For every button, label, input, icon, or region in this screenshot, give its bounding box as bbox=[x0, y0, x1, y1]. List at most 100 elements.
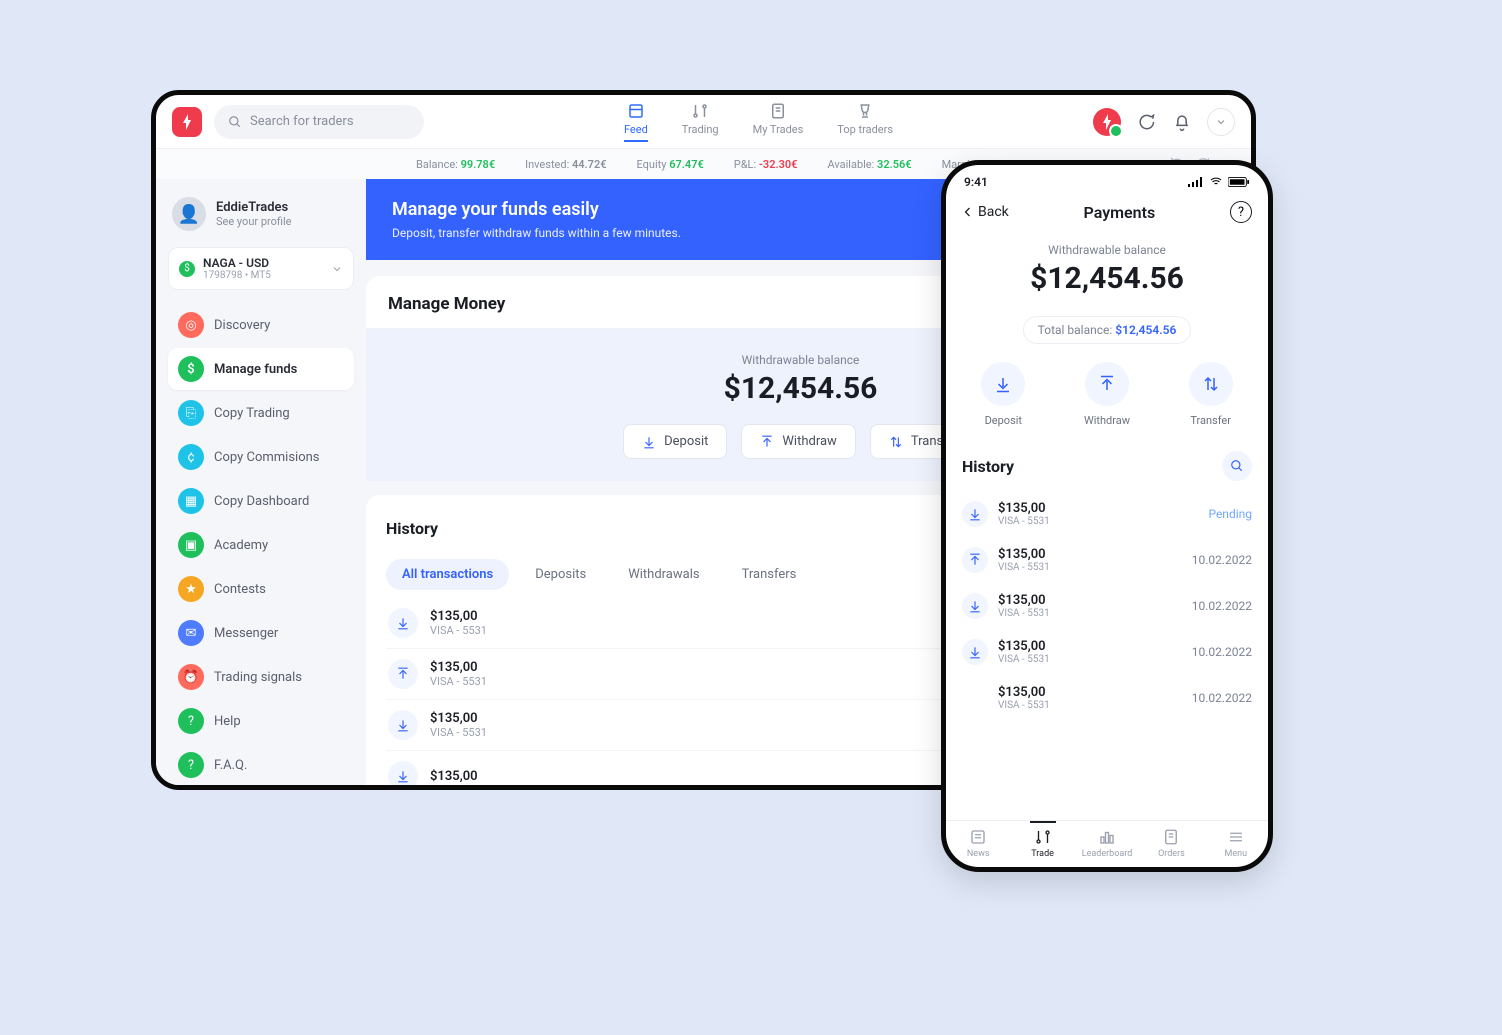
back-button[interactable]: Back bbox=[962, 204, 1009, 220]
upload-icon bbox=[962, 547, 988, 573]
download-icon bbox=[388, 761, 418, 785]
action-label: Transfer bbox=[1190, 414, 1231, 427]
deposit-button[interactable]: Deposit bbox=[623, 424, 727, 459]
sidebar-item-refer[interactable]: ＋Refer a friend bbox=[168, 788, 354, 790]
mobile-balance: Withdrawable balance $12,454.56 bbox=[946, 231, 1268, 302]
download-icon bbox=[388, 608, 418, 638]
status-bar: 9:41 bbox=[946, 165, 1268, 191]
mobile-withdraw-button[interactable]: Withdraw bbox=[1084, 362, 1130, 427]
sidebar-label: Manage funds bbox=[214, 362, 297, 377]
tab-label: News bbox=[967, 849, 990, 859]
stat-invested-label: Invested: bbox=[525, 158, 569, 171]
transaction-sub: VISA - 5531 bbox=[998, 562, 1050, 573]
sidebar-item-discovery[interactable]: ◎Discovery bbox=[168, 304, 354, 346]
transaction-pending: Pending bbox=[1208, 507, 1252, 521]
sidebar-item-copy-dashboard[interactable]: ▦Copy Dashboard bbox=[168, 480, 354, 522]
tab-orders[interactable]: Orders bbox=[1139, 827, 1203, 859]
transaction-amount: $135,00 bbox=[430, 609, 487, 624]
tab-menu[interactable]: Menu bbox=[1204, 827, 1268, 859]
transaction-date: 10.02.2022 bbox=[1192, 599, 1252, 613]
transaction-amount: $135,00 bbox=[430, 711, 487, 726]
tab-all-transactions[interactable]: All transactions bbox=[386, 559, 509, 590]
sidebar-label: Messenger bbox=[214, 626, 278, 641]
transaction-amount: $135,00 bbox=[998, 685, 1050, 700]
profile-name: EddieTrades bbox=[216, 200, 292, 215]
sidebar-label: Help bbox=[214, 714, 241, 729]
tab-feed[interactable]: Feed bbox=[624, 102, 648, 142]
transaction-row[interactable]: $135,00VISA - 5531 10.02.2022 bbox=[962, 583, 1252, 629]
search-input[interactable]: Search for traders bbox=[214, 105, 424, 139]
stat-equity-value: 67.47€ bbox=[669, 158, 704, 171]
chat-icon[interactable] bbox=[1135, 111, 1157, 133]
stat-pl-label: P&L: bbox=[734, 158, 756, 171]
sidebar-item-faq[interactable]: ?F.A.Q. bbox=[168, 744, 354, 786]
transaction-row[interactable]: $135,00VISA - 5531 10.02.2022 bbox=[962, 537, 1252, 583]
mobile-transfer-button[interactable]: Transfer bbox=[1189, 362, 1233, 427]
sidebar-item-contests[interactable]: ★ Contests bbox=[168, 568, 354, 610]
profile-link[interactable]: 👤 EddieTrades See your profile bbox=[168, 191, 354, 243]
withdraw-button[interactable]: Withdraw bbox=[741, 424, 855, 459]
copy-icon: ⎘ bbox=[178, 400, 204, 426]
sidebar-item-messenger[interactable]: ✉Messenger bbox=[168, 612, 354, 654]
transaction-amount: $135,00 bbox=[430, 660, 487, 675]
download-icon bbox=[962, 639, 988, 665]
mobile-deposit-button[interactable]: Deposit bbox=[981, 362, 1025, 427]
tab-deposits[interactable]: Deposits bbox=[519, 559, 602, 590]
sidebar-item-copy-commissions[interactable]: ¢Copy Commisions bbox=[168, 436, 354, 478]
stat-balance-value: 99.78€ bbox=[461, 158, 496, 171]
sidebar-label: Discovery bbox=[214, 318, 270, 333]
tab-withdrawals[interactable]: Withdrawals bbox=[612, 559, 715, 590]
help-button[interactable]: ? bbox=[1230, 201, 1252, 223]
transaction-row[interactable]: $135,00VISA - 5531 10.02.2022 bbox=[962, 675, 1252, 721]
search-placeholder: Search for traders bbox=[250, 114, 354, 129]
sidebar-label: Academy bbox=[214, 538, 268, 553]
tab-label: Orders bbox=[1158, 849, 1185, 859]
sidebar-item-trading-signals[interactable]: ⏰Trading signals bbox=[168, 656, 354, 698]
coins-icon: ¢ bbox=[178, 444, 204, 470]
sidebar-item-copy-trading[interactable]: ⎘ Copy Trading bbox=[168, 392, 354, 434]
mobile-header: Back Payments ? bbox=[946, 191, 1268, 231]
profile-sub: See your profile bbox=[216, 215, 292, 228]
tab-leaderboard[interactable]: Leaderboard bbox=[1075, 827, 1139, 859]
transaction-row[interactable]: $135,00VISA - 5531 Pending bbox=[962, 491, 1252, 537]
total-value: $12,454.56 bbox=[1115, 323, 1176, 337]
bell-icon[interactable] bbox=[1171, 111, 1193, 133]
sidebar-item-manage-funds[interactable]: $Manage funds bbox=[168, 348, 354, 390]
sidebar-label: Contests bbox=[214, 582, 266, 597]
download-icon bbox=[962, 501, 988, 527]
sidebar-label: Copy Trading bbox=[214, 406, 290, 421]
tab-label: Trade bbox=[1031, 849, 1054, 859]
topbar-right bbox=[1093, 108, 1235, 136]
signal-icon bbox=[1188, 177, 1204, 187]
transaction-row[interactable]: $135,00VISA - 5531 10.02.2022 bbox=[962, 629, 1252, 675]
mobile-balance-value: $12,454.56 bbox=[946, 261, 1268, 296]
tab-feed-label: Feed bbox=[624, 123, 648, 136]
withdraw-label: Withdraw bbox=[782, 434, 836, 449]
chevron-down-icon bbox=[331, 263, 343, 275]
dollar-icon: $ bbox=[179, 261, 195, 277]
trophy-icon: ★ bbox=[178, 576, 204, 602]
tab-toptraders[interactable]: Top traders bbox=[837, 102, 893, 142]
transaction-amount: $135,00 bbox=[430, 769, 478, 784]
tab-mytrades[interactable]: My Trades bbox=[753, 102, 804, 142]
tab-transfers[interactable]: Transfers bbox=[726, 559, 813, 590]
tab-news[interactable]: News bbox=[946, 827, 1010, 859]
stat-invested-value: 44.72€ bbox=[572, 158, 607, 171]
mobile-title: Payments bbox=[1084, 203, 1156, 222]
expand-button[interactable] bbox=[1207, 108, 1235, 136]
mobile-history-search[interactable] bbox=[1222, 451, 1252, 481]
stat-pl-value: -32.30€ bbox=[759, 158, 798, 171]
sidebar: 👤 EddieTrades See your profile $ NAGA - … bbox=[156, 179, 366, 785]
dashboard-icon: ▦ bbox=[178, 488, 204, 514]
sidebar-item-help[interactable]: ?Help bbox=[168, 700, 354, 742]
tab-trading[interactable]: Trading bbox=[682, 102, 719, 142]
tab-trade[interactable]: Trade bbox=[1010, 827, 1074, 859]
bell-icon: ⏰ bbox=[178, 664, 204, 690]
user-avatar[interactable] bbox=[1093, 108, 1121, 136]
transaction-sub: VISA - 5531 bbox=[430, 675, 487, 688]
history-heading: History bbox=[386, 519, 438, 538]
sidebar-item-academy[interactable]: ▣Academy bbox=[168, 524, 354, 566]
account-selector[interactable]: $ NAGA - USD 1798798 • MT5 bbox=[168, 247, 354, 290]
status-time: 9:41 bbox=[964, 175, 988, 189]
wifi-icon bbox=[1208, 176, 1224, 188]
